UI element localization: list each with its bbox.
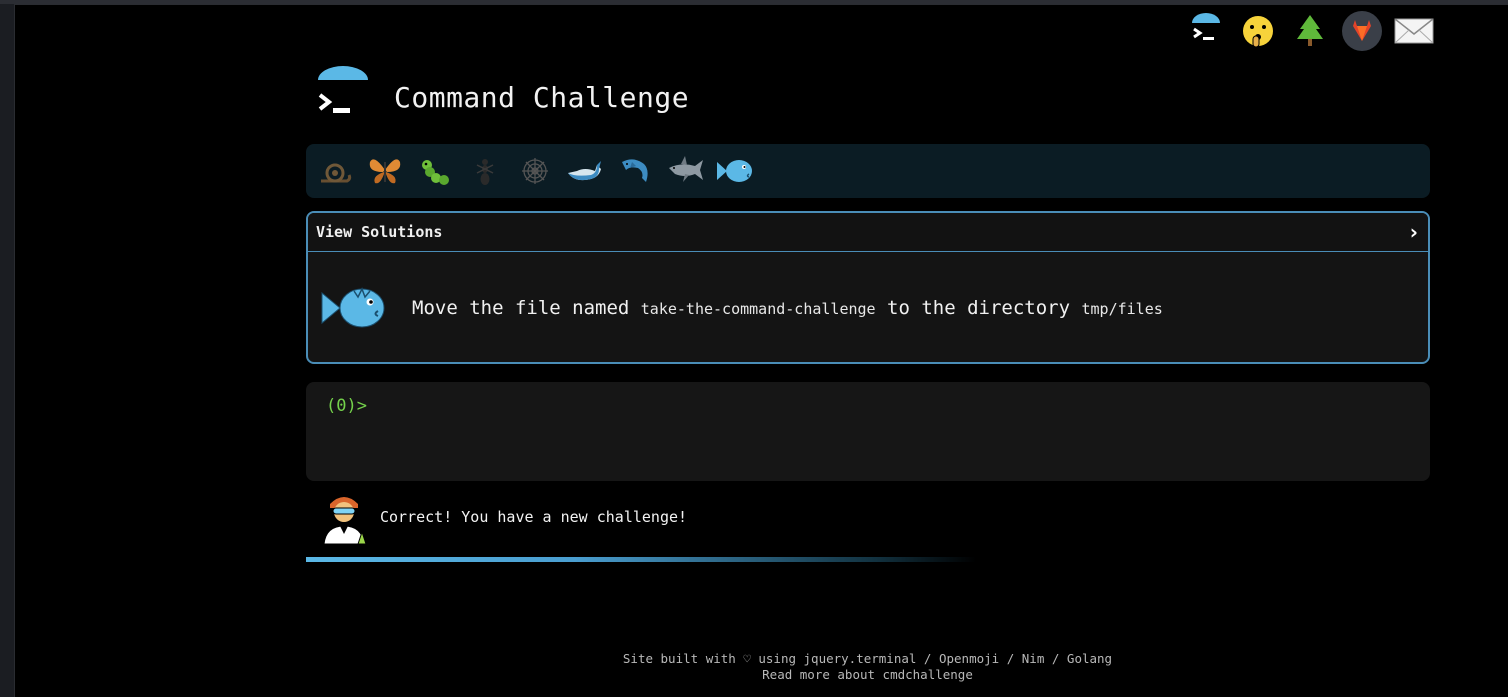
challenge-dir-name: tmp/files bbox=[1081, 299, 1163, 318]
mail-icon[interactable] bbox=[1392, 9, 1436, 53]
spider-web-icon[interactable] bbox=[514, 150, 556, 192]
page-title: Command Challenge bbox=[394, 80, 690, 114]
terminal-input[interactable]: (0)> bbox=[306, 382, 1430, 481]
tree-icon[interactable] bbox=[1288, 9, 1332, 53]
top-icon-bar bbox=[1184, 9, 1436, 53]
challenge-card: View Solutions › Move the file named tak… bbox=[306, 211, 1430, 364]
scientist-icon bbox=[323, 497, 367, 544]
level-bar bbox=[306, 144, 1430, 198]
challenge-description: Move the file named take-the-command-cha… bbox=[412, 297, 1163, 319]
terminal-prompt: (0)> bbox=[326, 396, 367, 416]
blowfish-icon bbox=[321, 286, 385, 327]
challenge-file-name: take-the-command-challenge bbox=[640, 299, 876, 318]
challenge-text-prefix: Move the file named bbox=[412, 296, 641, 319]
page-header: Command Challenge bbox=[312, 66, 689, 128]
status-message: Correct! You have a new challenge! bbox=[318, 490, 687, 544]
status-text: Correct! You have a new challenge! bbox=[380, 508, 688, 526]
shushing-face-icon[interactable] bbox=[1236, 9, 1280, 53]
gitlab-icon[interactable] bbox=[1340, 9, 1384, 53]
logo-icon[interactable] bbox=[312, 66, 374, 128]
challenge-text-middle: to the directory bbox=[875, 296, 1082, 319]
ant-icon[interactable] bbox=[464, 150, 506, 192]
shark-icon[interactable] bbox=[664, 150, 706, 192]
terminal-umbrella-icon[interactable] bbox=[1184, 9, 1228, 53]
challenge-body: Move the file named take-the-command-cha… bbox=[308, 252, 1428, 362]
caterpillar-icon[interactable] bbox=[414, 150, 456, 192]
chevron-right-icon[interactable]: › bbox=[1410, 220, 1418, 244]
footer-credits[interactable]: Site built with ♡ using jquery.terminal … bbox=[0, 651, 1508, 667]
footer-read-more-link[interactable]: Read more about cmdchallenge bbox=[0, 667, 1508, 683]
whale-icon[interactable] bbox=[564, 150, 606, 192]
butterfly-icon[interactable] bbox=[364, 150, 406, 192]
footer: Site built with ♡ using jquery.terminal … bbox=[0, 651, 1508, 683]
dolphin-icon[interactable] bbox=[614, 150, 656, 192]
progress-bar bbox=[306, 557, 976, 562]
snail-icon[interactable] bbox=[314, 150, 356, 192]
view-solutions-label: View Solutions bbox=[316, 223, 443, 241]
view-solutions-toggle[interactable]: View Solutions › bbox=[308, 213, 1428, 252]
blowfish-icon[interactable] bbox=[714, 150, 756, 192]
